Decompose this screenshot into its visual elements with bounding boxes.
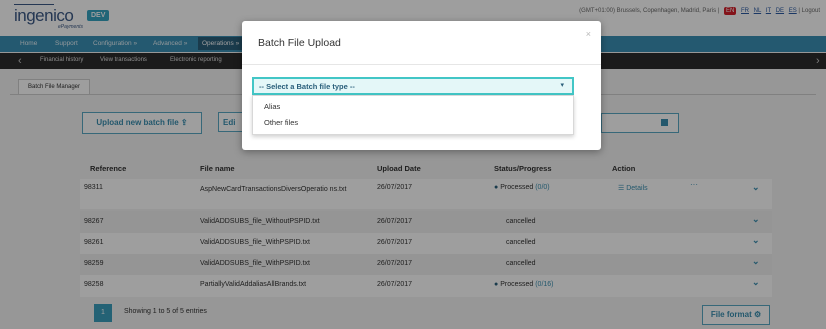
batch-file-type-select[interactable]: -- Select a Batch file type -- ▾ bbox=[252, 77, 574, 95]
modal-divider bbox=[242, 64, 601, 65]
dropdown-option-alias[interactable]: Alias bbox=[264, 102, 280, 111]
caret-down-icon: ▾ bbox=[560, 82, 564, 89]
close-icon[interactable]: × bbox=[586, 29, 591, 39]
dropdown-option-other-files[interactable]: Other files bbox=[264, 118, 298, 127]
batch-file-type-dropdown: Alias Other files bbox=[252, 95, 574, 135]
select-placeholder: -- Select a Batch file type -- bbox=[259, 82, 355, 91]
modal-title: Batch File Upload bbox=[258, 37, 341, 49]
batch-file-upload-modal: Batch File Upload × -- Select a Batch fi… bbox=[242, 21, 601, 150]
